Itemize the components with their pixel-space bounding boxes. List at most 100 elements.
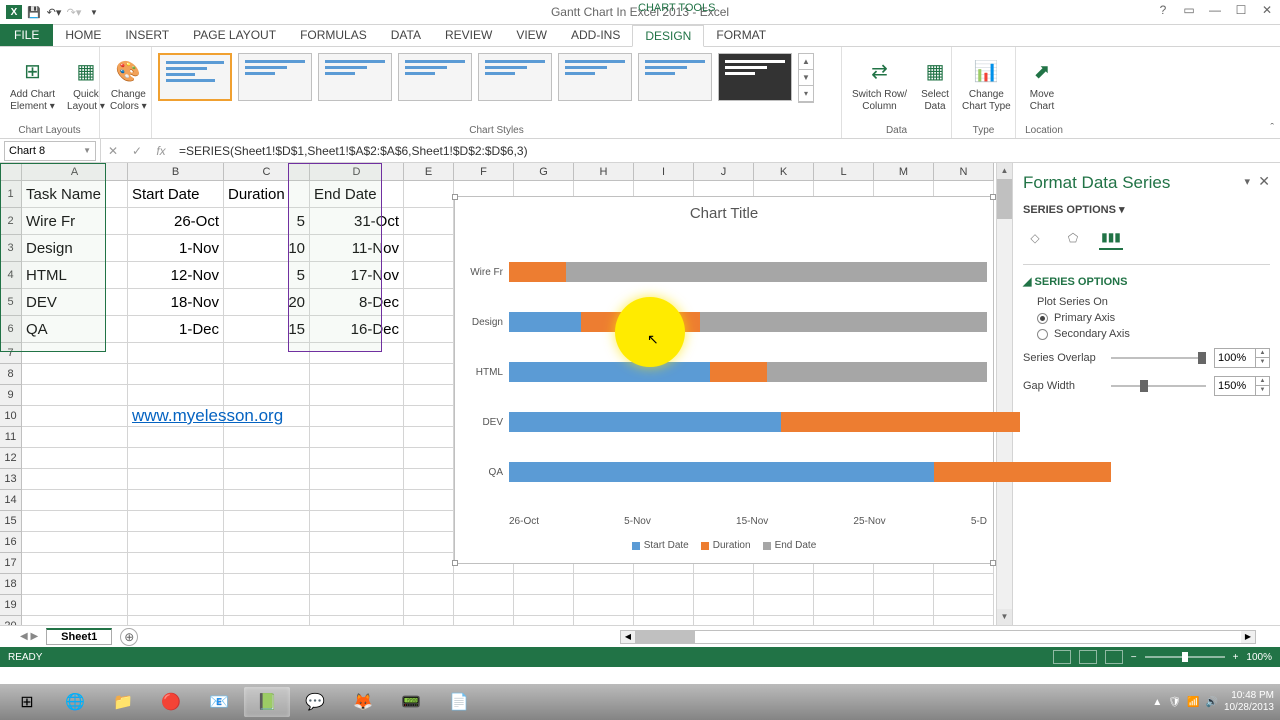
tab-format[interactable]: FORMAT — [704, 24, 778, 46]
cell[interactable] — [404, 427, 454, 448]
cell[interactable] — [634, 574, 694, 595]
column-header[interactable]: A — [22, 163, 128, 181]
cell[interactable]: 1-Dec — [128, 316, 224, 343]
column-header[interactable]: N — [934, 163, 994, 181]
scroll-thumb[interactable] — [997, 179, 1012, 219]
cell[interactable] — [224, 616, 310, 625]
gap-width-input[interactable] — [1215, 377, 1255, 395]
primary-axis-radio[interactable]: Primary Axis — [1037, 312, 1270, 324]
chart-style-2[interactable] — [238, 53, 312, 101]
cell[interactable] — [514, 574, 574, 595]
cell[interactable] — [310, 574, 404, 595]
page-break-view-icon[interactable] — [1105, 650, 1123, 664]
cell[interactable]: Wire Fr — [22, 208, 128, 235]
tab-design[interactable]: DESIGN — [632, 25, 704, 47]
gantt-segment-start[interactable] — [509, 412, 781, 432]
chart-handle[interactable] — [990, 194, 996, 200]
cell[interactable] — [128, 448, 224, 469]
ribbon-display-icon[interactable]: ▭ — [1180, 2, 1198, 18]
hscroll-thumb[interactable] — [635, 631, 695, 643]
row-header[interactable]: 11 — [0, 427, 22, 448]
excel-app-icon[interactable]: X — [6, 4, 22, 20]
pane-popout-icon[interactable]: ▾ — [1244, 175, 1250, 188]
formula-input[interactable]: =SERIES(Sheet1!$D$1,Sheet1!$A$2:$A$6,She… — [173, 144, 1280, 158]
vertical-scrollbar[interactable]: ▲ ▼ — [996, 163, 1012, 625]
tab-data[interactable]: DATA — [379, 24, 433, 46]
cell[interactable] — [224, 469, 310, 490]
row-header[interactable]: 10 — [0, 406, 22, 427]
cell[interactable] — [874, 595, 934, 616]
row-header[interactable]: 4 — [0, 262, 22, 289]
legend-item[interactable]: End Date — [763, 540, 817, 551]
cell[interactable] — [224, 532, 310, 553]
chrome-icon[interactable]: 🔴 — [148, 687, 194, 717]
chart-handle[interactable] — [990, 560, 996, 566]
sheet-nav[interactable]: ◀ ▶ — [20, 631, 38, 642]
cell[interactable] — [310, 406, 404, 427]
cell[interactable]: 10 — [224, 235, 310, 262]
series-overlap-spinner[interactable]: ▲▼ — [1214, 348, 1270, 368]
cell[interactable] — [404, 469, 454, 490]
gantt-segment-start[interactable] — [509, 462, 934, 482]
cell[interactable]: 11-Nov — [310, 235, 404, 262]
cell[interactable] — [224, 553, 310, 574]
sheet-tab-sheet1[interactable]: Sheet1 — [46, 628, 112, 645]
row-header[interactable]: 13 — [0, 469, 22, 490]
row-header[interactable]: 19 — [0, 595, 22, 616]
style-scroll-more-icon[interactable]: ▾ — [799, 86, 813, 102]
row-header[interactable]: 15 — [0, 511, 22, 532]
cell[interactable] — [404, 262, 454, 289]
system-tray[interactable]: ▲ 🛡 📶 🔊 10:48 PM10/28/2013 — [1152, 690, 1274, 714]
excel-taskbar-icon[interactable]: 📗 — [244, 687, 290, 717]
cell[interactable] — [22, 469, 128, 490]
cell[interactable] — [934, 574, 994, 595]
cell[interactable] — [754, 574, 814, 595]
zoom-level[interactable]: 100% — [1246, 652, 1272, 663]
cell[interactable]: 17-Nov — [310, 262, 404, 289]
zoom-out-icon[interactable]: − — [1131, 652, 1137, 663]
cell[interactable] — [224, 427, 310, 448]
row-header[interactable]: 16 — [0, 532, 22, 553]
cell[interactable] — [310, 427, 404, 448]
column-header[interactable]: C — [224, 163, 310, 181]
spinner-down-icon[interactable]: ▼ — [1256, 358, 1269, 367]
cell[interactable]: DEV — [22, 289, 128, 316]
app-icon[interactable]: 📟 — [388, 687, 434, 717]
column-headers[interactable]: ABCDEFGHIJKLMN — [22, 163, 994, 181]
gap-width-spinner[interactable]: ▲▼ — [1214, 376, 1270, 396]
cell[interactable] — [310, 469, 404, 490]
switch-row-column-button[interactable]: ⇄ Switch Row/ Column — [848, 53, 911, 115]
cell[interactable] — [128, 595, 224, 616]
cell[interactable]: QA — [22, 316, 128, 343]
cell[interactable] — [128, 385, 224, 406]
row-header[interactable]: 3 — [0, 235, 22, 262]
tray-security-icon[interactable]: 🛡 — [1168, 697, 1181, 708]
select-data-button[interactable]: ▦ Select Data — [915, 53, 955, 115]
cell[interactable]: 18-Nov — [128, 289, 224, 316]
select-all-corner[interactable] — [0, 163, 22, 181]
cell[interactable] — [404, 343, 454, 364]
embedded-chart[interactable]: Chart Title ↖ Wire FrDesignHTMLDEVQA 26-… — [454, 196, 994, 564]
cell[interactable] — [404, 208, 454, 235]
column-header[interactable]: L — [814, 163, 874, 181]
cell[interactable]: 5 — [224, 262, 310, 289]
chart-handle[interactable] — [452, 560, 458, 566]
cell[interactable] — [574, 574, 634, 595]
style-scroll-down-icon[interactable]: ▼ — [799, 70, 813, 86]
chart-plot-area[interactable]: ↖ Wire FrDesignHTMLDEVQA — [465, 247, 987, 503]
column-header[interactable]: H — [574, 163, 634, 181]
cell[interactable] — [874, 616, 934, 625]
gantt-row[interactable]: DEV — [465, 397, 987, 447]
cell[interactable] — [874, 574, 934, 595]
tab-addins[interactable]: ADD-INS — [559, 24, 632, 46]
tray-volume-icon[interactable]: 🔊 — [1205, 697, 1217, 708]
gantt-segment-duration[interactable] — [781, 412, 1020, 432]
cell[interactable]: 26-Oct — [128, 208, 224, 235]
cell[interactable] — [128, 364, 224, 385]
cell[interactable] — [514, 595, 574, 616]
tray-arrow-icon[interactable]: ▲ — [1152, 697, 1162, 708]
column-header[interactable]: D — [310, 163, 404, 181]
chart-style-7[interactable] — [638, 53, 712, 101]
cell[interactable] — [404, 616, 454, 625]
cell[interactable] — [310, 553, 404, 574]
